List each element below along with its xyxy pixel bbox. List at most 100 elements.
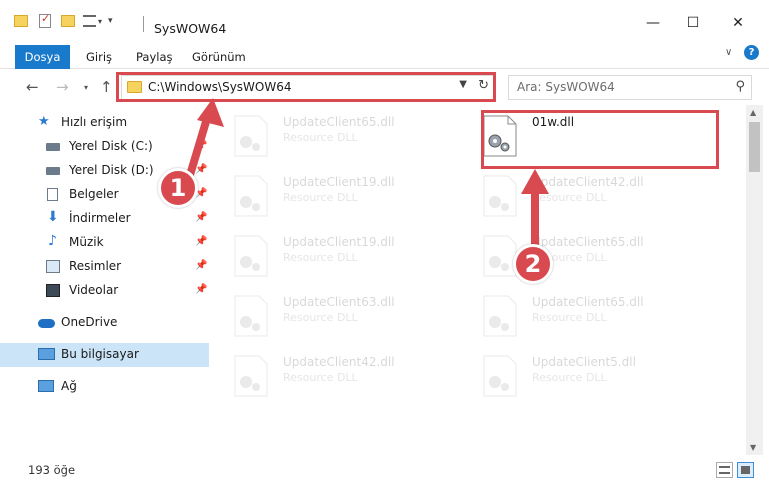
drive-icon bbox=[46, 143, 60, 151]
item-count: 193 öğe bbox=[28, 463, 76, 477]
details-view-icon[interactable] bbox=[716, 462, 733, 478]
file-item[interactable]: UpdateClient5.dll Resource DLL bbox=[458, 349, 688, 399]
dll-file-icon bbox=[234, 355, 268, 397]
sidebar-item-this-pc[interactable]: Bu bilgisayar bbox=[0, 343, 209, 367]
file-name: UpdateClient63.dll bbox=[283, 295, 395, 309]
close-button[interactable]: ✕ bbox=[715, 8, 761, 38]
tab-share[interactable]: Paylaş bbox=[136, 46, 173, 68]
up-arrow-icon[interactable]: ↑ bbox=[100, 78, 113, 96]
sidebar-item-music[interactable]: ♪ Müzik 📌 bbox=[0, 231, 209, 255]
step-badge-2: 2 bbox=[513, 244, 553, 284]
scroll-down-icon[interactable]: ▼ bbox=[750, 443, 756, 452]
tab-view[interactable]: Görünüm bbox=[192, 46, 246, 68]
search-placeholder: Ara: SysWOW64 bbox=[517, 80, 615, 94]
sidebar-item-label: Yerel Disk (C:) bbox=[69, 139, 153, 153]
dll-file-icon bbox=[234, 295, 268, 337]
file-item[interactable]: UpdateClient63.dll Resource DLL bbox=[209, 289, 439, 339]
videos-icon bbox=[46, 284, 60, 297]
file-name: UpdateClient65.dll bbox=[532, 295, 644, 309]
quick-access-toolbar: ✓ ▾ ▾ bbox=[14, 12, 113, 30]
tab-file[interactable]: Dosya bbox=[15, 45, 70, 69]
forward-arrow-icon[interactable]: → bbox=[56, 78, 69, 96]
sidebar-item-onedrive[interactable]: OneDrive bbox=[0, 311, 209, 335]
new-folder-icon[interactable] bbox=[61, 15, 75, 27]
pin-icon[interactable]: 📌 bbox=[195, 260, 207, 271]
documents-icon bbox=[47, 188, 58, 201]
file-item[interactable]: UpdateClient42.dll Resource DLL bbox=[458, 169, 688, 219]
scroll-up-icon[interactable]: ▲ bbox=[750, 108, 756, 117]
window-title: SysWOW64 bbox=[154, 21, 227, 36]
chevron-down-icon[interactable]: ▾ bbox=[98, 17, 102, 26]
sidebar-item-label: Videolar bbox=[69, 283, 119, 297]
computer-icon bbox=[38, 348, 55, 360]
file-highlight-box bbox=[481, 110, 719, 169]
dll-file-icon bbox=[234, 175, 268, 217]
dll-file-icon bbox=[483, 295, 517, 337]
status-bar: 193 öğe bbox=[0, 455, 769, 489]
sidebar-item-label: Yerel Disk (D:) bbox=[69, 163, 154, 177]
file-name: UpdateClient42.dll bbox=[283, 355, 395, 369]
file-type: Resource DLL bbox=[283, 311, 358, 324]
sidebar-item-label: OneDrive bbox=[61, 315, 118, 329]
sidebar-item-downloads[interactable]: ⬇ İndirmeler 📌 bbox=[0, 207, 209, 231]
step-badge-1: 1 bbox=[158, 168, 198, 208]
pin-icon[interactable]: 📌 bbox=[195, 236, 207, 247]
file-type: Resource DLL bbox=[283, 251, 358, 264]
recent-locations-icon[interactable]: ▾ bbox=[84, 83, 88, 92]
dll-file-icon bbox=[483, 355, 517, 397]
maximize-button[interactable]: ☐ bbox=[670, 8, 716, 38]
back-arrow-icon[interactable]: ← bbox=[26, 78, 39, 96]
sidebar-item-pictures[interactable]: Resimler 📌 bbox=[0, 255, 209, 279]
sidebar-item-network[interactable]: Ağ bbox=[0, 375, 209, 399]
dll-file-icon bbox=[483, 235, 517, 277]
sidebar-item-label: Belgeler bbox=[69, 187, 119, 201]
properties-icon[interactable]: ✓ bbox=[39, 12, 51, 28]
customize-toolbar-icon[interactable]: ▾ bbox=[108, 16, 113, 26]
help-icon[interactable]: ? bbox=[744, 45, 759, 60]
file-item[interactable]: UpdateClient19.dll Resource DLL bbox=[209, 169, 439, 219]
file-type: Resource DLL bbox=[283, 131, 358, 144]
file-item[interactable]: UpdateClient19.dll Resource DLL bbox=[209, 229, 439, 279]
ribbon-tabs: Dosya Giriş Paylaş Görünüm ∨ ? bbox=[0, 42, 769, 69]
cloud-icon bbox=[38, 319, 55, 328]
title-bar: ✓ ▾ ▾ SysWOW64 — ☐ ✕ bbox=[0, 0, 769, 42]
drive-icon bbox=[46, 167, 60, 175]
tab-home[interactable]: Giriş bbox=[86, 46, 112, 68]
file-type: Resource DLL bbox=[283, 371, 358, 384]
vertical-scrollbar[interactable]: ▲ ▼ bbox=[746, 105, 763, 455]
downloads-icon: ⬇ bbox=[47, 209, 59, 225]
file-item[interactable]: UpdateClient42.dll Resource DLL bbox=[209, 349, 439, 399]
file-type: Resource DLL bbox=[532, 311, 607, 324]
network-icon bbox=[38, 380, 54, 392]
sidebar-item-videos[interactable]: Videolar 📌 bbox=[0, 279, 209, 303]
large-icons-view-icon[interactable] bbox=[737, 462, 754, 478]
scrollbar-thumb[interactable] bbox=[749, 122, 760, 172]
pin-icon[interactable]: 📌 bbox=[195, 284, 207, 295]
sidebar-item-label: Resimler bbox=[69, 259, 122, 273]
file-item[interactable]: UpdateClient65.dll Resource DLL bbox=[209, 109, 439, 159]
dll-file-icon bbox=[234, 115, 268, 157]
sidebar-item-label: Bu bilgisayar bbox=[61, 347, 139, 361]
file-type: Resource DLL bbox=[532, 371, 607, 384]
folder-icon[interactable] bbox=[14, 15, 28, 27]
chevron-down-icon[interactable]: ∨ bbox=[725, 47, 732, 58]
arrow-annotation-2 bbox=[521, 169, 549, 255]
search-icon[interactable]: ⚲ bbox=[735, 79, 745, 94]
search-input[interactable]: Ara: SysWOW64 ⚲ bbox=[508, 75, 752, 100]
music-icon: ♪ bbox=[48, 233, 57, 249]
file-name: UpdateClient65.dll bbox=[283, 115, 395, 129]
sidebar-item-label: Müzik bbox=[69, 235, 104, 249]
file-name: UpdateClient19.dll bbox=[283, 235, 395, 249]
pin-icon[interactable]: 📌 bbox=[195, 212, 207, 223]
file-item[interactable]: UpdateClient65.dll Resource DLL bbox=[458, 289, 688, 339]
sidebar-item-label: İndirmeler bbox=[69, 211, 131, 225]
file-name: UpdateClient19.dll bbox=[283, 175, 395, 189]
file-type: Resource DLL bbox=[283, 191, 358, 204]
dll-file-icon bbox=[483, 175, 517, 217]
dll-file-icon bbox=[234, 235, 268, 277]
sidebar-item-label: Hızlı erişim bbox=[61, 115, 128, 129]
file-item[interactable]: UpdateClient65.dll Resource DLL bbox=[458, 229, 688, 279]
view-options-icon[interactable] bbox=[83, 15, 96, 27]
file-name: UpdateClient5.dll bbox=[532, 355, 636, 369]
address-highlight-box bbox=[116, 72, 496, 102]
